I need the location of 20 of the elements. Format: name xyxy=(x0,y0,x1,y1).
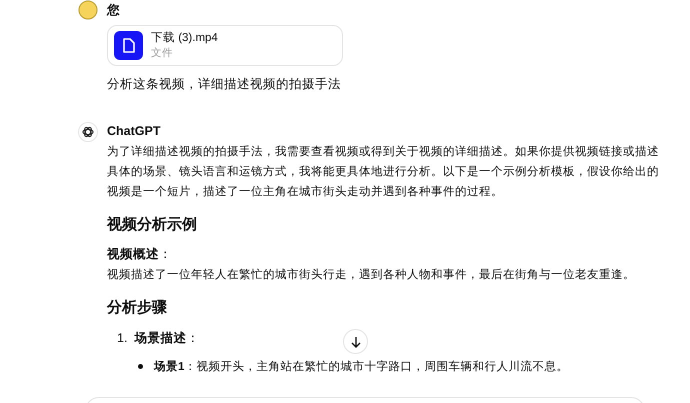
assistant-logo-icon xyxy=(78,122,98,142)
list-number: 1. xyxy=(117,330,128,347)
paragraph: 视频描述了一位年轻人在繁忙的城市街头行走，遇到各种人物和事件，最后在街角与一位老友重逢。 xyxy=(107,267,635,284)
avatar-icon xyxy=(78,0,98,20)
user-message: 分析这条视频，详细描述视频的拍摄手法 xyxy=(107,76,341,93)
bullet-icon xyxy=(138,364,143,370)
scroll-down-button[interactable] xyxy=(343,329,368,354)
user-name: 您 xyxy=(107,2,120,19)
file-card[interactable]: 下载 (3).mp4 文件 xyxy=(107,25,343,66)
section-heading: 分析步骤 xyxy=(107,298,167,318)
file-type: 文件 xyxy=(151,46,174,60)
list-item-text: 场景描述： xyxy=(134,330,200,347)
assistant-name: ChatGPT xyxy=(107,123,160,140)
intro-paragraph: 为了详细描述视频的拍摄手法，我需要查看视频或得到关于视频的详细描述。如果你提供视频链接或描述具体的场景、镜头语言和运镜方式，我将能更具体地进行分析。以下是一个示例分析模板，假设你给出的视频是一个短片，描述了一位主角在城市街头走动并遇到各种事件的过程。 xyxy=(107,144,660,200)
section-heading: 视频分析示例 xyxy=(107,214,197,235)
arrow-down-icon xyxy=(350,336,362,348)
file-icon xyxy=(114,31,143,60)
file-name: 下载 (3).mp4 xyxy=(151,31,218,46)
list-item-text: 场景1：视频开头，主角站在繁忙的城市十字路口，周围车辆和行人川流不息。 xyxy=(154,359,568,375)
label-text: 视频概述： xyxy=(107,246,172,264)
